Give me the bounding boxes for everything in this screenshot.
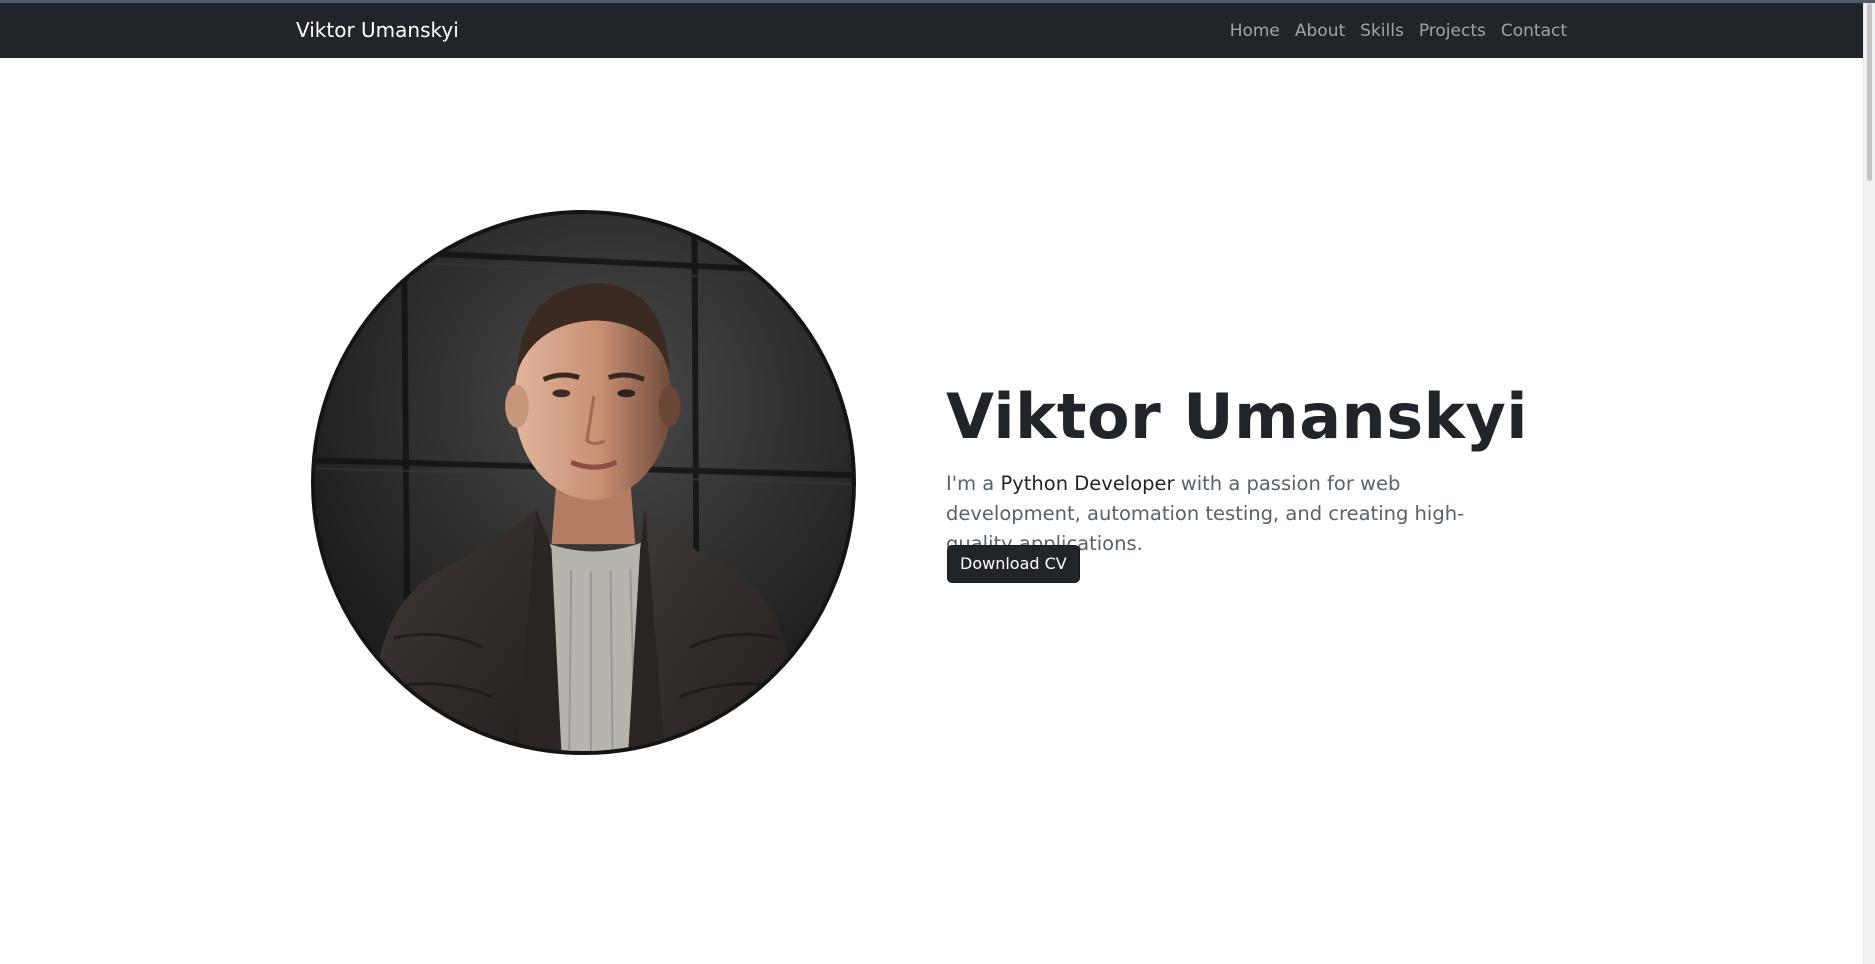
hero-intro-prefix: I'm a <box>946 472 1001 495</box>
nav-link-contact[interactable]: Contact <box>1501 20 1567 42</box>
nav-link-skills[interactable]: Skills <box>1360 20 1404 42</box>
scrollbar-thumb[interactable] <box>1867 3 1872 181</box>
hero-title: Viktor Umanskyi <box>946 380 1528 453</box>
page-scrollbar[interactable] <box>1863 3 1875 964</box>
page: Viktor Umanskyi Home About Skills Projec… <box>0 0 1875 964</box>
navbar-brand[interactable]: Viktor Umanskyi <box>296 17 459 43</box>
download-cv-button[interactable]: Download CV <box>947 545 1080 583</box>
profile-photo-illustration <box>315 214 852 751</box>
nav-link-home[interactable]: Home <box>1230 20 1280 42</box>
nav-link-about[interactable]: About <box>1295 20 1345 42</box>
nav-links: Home About Skills Projects Contact <box>1230 20 1567 42</box>
navbar: Viktor Umanskyi Home About Skills Projec… <box>0 3 1872 58</box>
hero-intro-role: Python Developer <box>1000 472 1175 495</box>
profile-photo <box>311 210 856 755</box>
nav-link-projects[interactable]: Projects <box>1419 20 1486 42</box>
